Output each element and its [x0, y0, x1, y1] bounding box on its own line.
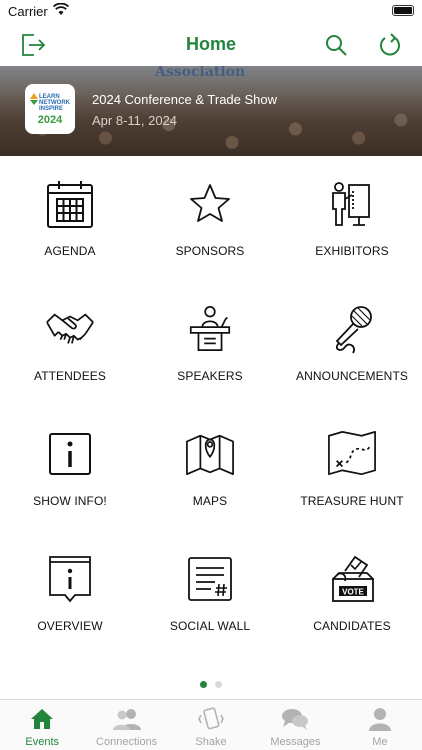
tile-label: AGENDA — [44, 244, 96, 258]
phone-shake-icon — [169, 706, 253, 732]
tile-maps[interactable]: MAPS — [140, 406, 280, 531]
tile-exhibitors[interactable]: EXHIBITORS — [282, 156, 422, 281]
handshake-icon — [45, 303, 95, 355]
tab-label: Me — [372, 736, 388, 748]
navigation-bar: Home — [0, 24, 422, 66]
podium-icon — [185, 303, 235, 355]
search-button[interactable] — [319, 28, 353, 62]
battery-icon — [392, 5, 414, 16]
tile-label: OVERVIEW — [37, 619, 103, 633]
refresh-icon — [380, 33, 400, 56]
tile-treasure-hunt[interactable]: TREASURE HUNT — [282, 406, 422, 531]
event-dates: Apr 8-11, 2024 — [92, 113, 178, 128]
tile-label: TREASURE HUNT — [300, 494, 404, 508]
social-wall-icon — [185, 553, 235, 605]
tile-label: SPONSORS — [175, 244, 245, 258]
tile-speakers[interactable]: SPEAKERS — [140, 281, 280, 406]
banner-background-text: Association — [155, 66, 246, 80]
tile-label: SOCIAL WALL — [169, 619, 251, 633]
refresh-button[interactable] — [373, 28, 407, 62]
wifi-icon — [53, 3, 69, 15]
logo-year: 2024 — [37, 114, 63, 126]
tile-overview[interactable]: OVERVIEW — [0, 531, 140, 656]
tile-announcements[interactable]: ANNOUNCEMENTS — [282, 281, 422, 406]
tab-bar: Events Connections Shake Messages Me — [0, 699, 422, 750]
tile-attendees[interactable]: ATTENDEES — [0, 281, 140, 406]
tile-show-info[interactable]: SHOW INFO! — [0, 406, 140, 531]
tile-social-wall[interactable]: SOCIAL WALL — [140, 531, 280, 656]
tab-connections[interactable]: Connections — [84, 700, 168, 750]
tab-messages[interactable]: Messages — [253, 700, 337, 750]
tab-label: Events — [25, 736, 60, 748]
feature-grid: AGENDA SPONSORS EXHIBITORS ATTENDEES SPE… — [0, 156, 422, 660]
person-icon — [338, 706, 422, 732]
tile-sponsors[interactable]: SPONSORS — [140, 156, 280, 281]
star-icon — [185, 178, 235, 230]
tab-label: Messages — [270, 736, 321, 748]
tab-label: Shake — [195, 736, 227, 748]
tile-label: ANNOUNCEMENTS — [296, 369, 408, 383]
page-dot-active[interactable] — [200, 681, 207, 688]
tile-agenda[interactable]: AGENDA — [0, 156, 140, 281]
tab-label: Connections — [96, 736, 158, 748]
tab-shake[interactable]: Shake — [169, 700, 253, 750]
tile-label: SHOW INFO! — [33, 494, 107, 508]
info-note-icon — [45, 553, 95, 605]
event-banner[interactable]: Association LEARN NETWORK INSPIRE 2024 2… — [0, 66, 422, 156]
calendar-icon — [45, 178, 95, 230]
event-logo: LEARN NETWORK INSPIRE 2024 — [25, 84, 75, 134]
svg-text:VOTE: VOTE — [342, 588, 364, 597]
tab-events[interactable]: Events — [0, 700, 84, 750]
tile-label: MAPS — [192, 494, 228, 508]
tab-me[interactable]: Me — [338, 700, 422, 750]
carrier-label: Carrier — [8, 4, 48, 19]
event-title: 2024 Conference & Trade Show — [92, 92, 278, 107]
tile-label: EXHIBITORS — [315, 244, 389, 258]
map-icon — [185, 428, 235, 480]
exhibitor-booth-icon — [327, 178, 377, 230]
chat-bubbles-icon — [253, 706, 337, 732]
ballot-box-icon: VOTE — [327, 553, 377, 605]
page-dot[interactable] — [215, 681, 222, 688]
tile-candidates[interactable]: VOTE CANDIDATES — [282, 531, 422, 656]
microphone-icon — [327, 303, 377, 355]
tile-label: ATTENDEES — [33, 369, 107, 383]
page-title: Home — [185, 34, 236, 54]
tile-label: SPEAKERS — [177, 369, 243, 383]
people-icon — [84, 706, 168, 732]
status-bar: Carrier — [0, 0, 422, 24]
treasure-map-icon — [327, 428, 377, 480]
home-icon — [0, 706, 84, 732]
info-icon — [45, 428, 95, 480]
tile-label: CANDIDATES — [313, 619, 391, 633]
page-indicator[interactable] — [0, 681, 422, 688]
search-icon — [326, 35, 347, 56]
